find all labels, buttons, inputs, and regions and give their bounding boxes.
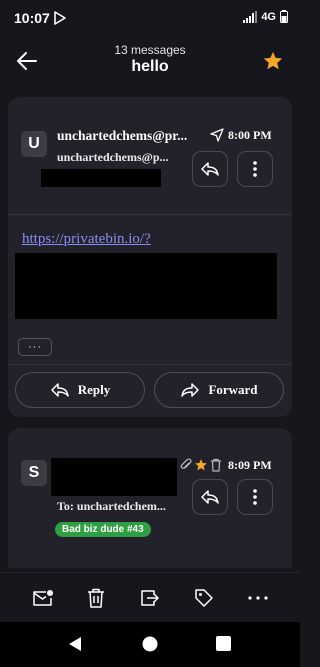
show-quoted-button[interactable]: ··· bbox=[18, 338, 52, 356]
label-button[interactable] bbox=[192, 586, 216, 610]
nav-back-icon[interactable] bbox=[67, 636, 83, 652]
reply-button[interactable] bbox=[192, 479, 228, 515]
redacted-sender bbox=[51, 458, 177, 496]
label-icon bbox=[195, 589, 213, 607]
conversation-header: 13 messages hello bbox=[0, 36, 300, 86]
star-icon bbox=[195, 459, 207, 471]
network-type: 4G bbox=[261, 10, 276, 23]
message-card: U unchartedchems@pr... unchartedchems@p.… bbox=[8, 97, 292, 417]
action-toolbar bbox=[0, 572, 300, 622]
battery-icon bbox=[280, 10, 288, 23]
sender-address: unchartedchems@p... bbox=[57, 150, 169, 164]
more-vertical-icon bbox=[253, 161, 257, 177]
attachment-icon bbox=[180, 458, 192, 469]
reply-icon bbox=[201, 490, 219, 504]
divider bbox=[8, 214, 292, 215]
sent-icon bbox=[210, 128, 224, 142]
play-store-icon bbox=[54, 11, 66, 25]
reply-icon bbox=[201, 162, 219, 176]
redacted-body bbox=[15, 253, 277, 319]
trash-icon bbox=[211, 458, 221, 472]
message-link[interactable]: https://privatebin.io/? bbox=[22, 231, 151, 248]
status-indicators: 4G bbox=[243, 10, 288, 23]
avatar: S bbox=[21, 460, 47, 486]
more-actions-button[interactable] bbox=[246, 586, 270, 610]
system-navigation bbox=[0, 622, 300, 667]
reply-icon bbox=[51, 383, 69, 397]
nav-home-icon[interactable] bbox=[142, 636, 158, 652]
message-count: 13 messages bbox=[114, 43, 186, 57]
status-time: 10:07 bbox=[14, 10, 50, 26]
move-button[interactable] bbox=[138, 586, 162, 610]
reply-label: Reply bbox=[77, 382, 111, 397]
divider bbox=[8, 364, 292, 365]
nav-recents-icon[interactable] bbox=[216, 636, 231, 651]
forward-action-button[interactable]: Forward bbox=[154, 372, 284, 408]
message-options-button[interactable] bbox=[237, 479, 273, 515]
mark-unread-icon bbox=[33, 590, 53, 606]
conversation-subject: hello bbox=[131, 58, 169, 75]
trash-icon bbox=[88, 588, 104, 608]
message-time: 8:09 PM bbox=[228, 458, 272, 472]
message-options-button[interactable] bbox=[237, 151, 273, 187]
sender-name[interactable]: unchartedchems@pr... bbox=[57, 128, 187, 144]
label-tag[interactable]: Bad biz dude #43 bbox=[55, 522, 151, 537]
recipient-line: To: unchartedchem... bbox=[57, 499, 166, 513]
message-card[interactable]: S 8:09 PM To: unchartedchem... Bad biz d… bbox=[8, 428, 292, 568]
more-vertical-icon bbox=[253, 489, 257, 505]
delete-button[interactable] bbox=[84, 586, 108, 610]
more-horizontal-icon bbox=[248, 596, 268, 600]
forward-icon bbox=[181, 383, 200, 397]
move-icon bbox=[141, 590, 159, 606]
avatar: U bbox=[21, 131, 47, 157]
reply-action-button[interactable]: Reply bbox=[15, 372, 145, 408]
forward-label: Forward bbox=[208, 382, 258, 397]
message-time: 8:00 PM bbox=[228, 128, 272, 142]
star-icon[interactable] bbox=[262, 50, 284, 72]
redacted-recipient bbox=[41, 169, 161, 187]
reply-button[interactable] bbox=[192, 151, 228, 187]
status-bar: 10:07 4G bbox=[0, 0, 300, 36]
signal-icon bbox=[243, 10, 258, 23]
mark-unread-button[interactable] bbox=[31, 586, 55, 610]
